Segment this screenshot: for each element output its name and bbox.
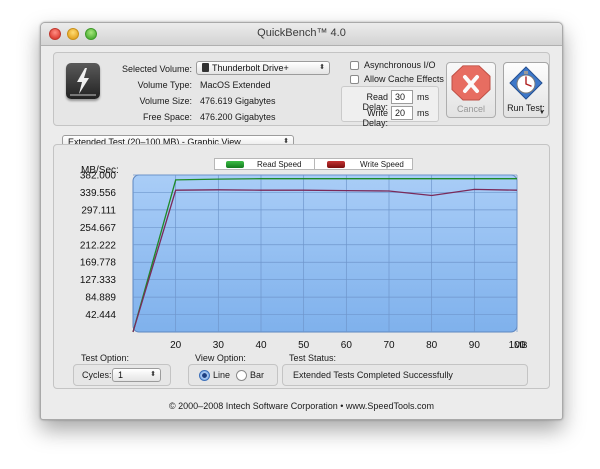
view-bar-label: Bar [250, 370, 265, 380]
window-title: QuickBench™ 4.0 [257, 27, 346, 39]
read-delay-unit: ms [417, 92, 429, 102]
delay-group: Read Delay: 30 ms Write Delay: 20 ms [341, 86, 439, 128]
legend-write-label: Write Speed [360, 160, 404, 169]
run-test-button[interactable]: Run Test: ▼ [503, 62, 549, 118]
test-option-label: Test Option: [81, 353, 130, 363]
write-delay-unit: ms [417, 108, 429, 118]
allow-cache-checkbox[interactable] [350, 75, 359, 84]
read-delay-field[interactable]: 30 [391, 90, 413, 104]
asynchronous-io-label: Asynchronous I/O [364, 60, 436, 70]
stopwatch-icon [509, 66, 543, 100]
popup-arrows-icon: ⬍ [150, 371, 156, 378]
drive-small-icon [202, 63, 209, 72]
test-status-box: Extended Tests Completed Successfully [282, 364, 528, 386]
cycles-popup[interactable]: 1 ⬍ [112, 368, 161, 382]
chart-legend: Read Speed Write Speed [214, 158, 413, 170]
legend-read-swatch [226, 161, 244, 168]
copyright-footer: © 2000–2008 Intech Software Corporation … [169, 401, 434, 411]
view-line-radio[interactable] [199, 370, 210, 381]
cancel-button[interactable]: Cancel [446, 62, 496, 118]
title-bar[interactable]: QuickBench™ 4.0 [41, 23, 562, 46]
view-option-box: Line Bar [188, 364, 278, 386]
asynchronous-io-checkbox[interactable] [350, 61, 359, 70]
selected-volume-value: Thunderbolt Drive+ [212, 63, 289, 73]
free-space-label: Free Space: [142, 112, 192, 122]
view-bar-radio[interactable] [236, 370, 247, 381]
legend-write-swatch [327, 161, 345, 168]
volume-size-value: 476.619 Gigabytes [200, 96, 276, 106]
cancel-button-label: Cancel [456, 104, 485, 114]
selected-volume-label: Selected Volume: [121, 64, 192, 74]
legend-divider [314, 159, 315, 169]
test-status-value: Extended Tests Completed Successfully [293, 370, 453, 380]
volume-type-value: MacOS Extended [200, 80, 271, 90]
cycles-value: 1 [118, 370, 124, 380]
cancel-x-icon [451, 65, 491, 101]
run-test-menu-arrow-icon: ▼ [539, 110, 545, 116]
write-delay-label: Write Delay: [362, 108, 388, 128]
quickbench-window: QuickBench™ 4.0 Selected Volume: Thunder… [40, 22, 563, 420]
popup-arrows-icon: ⬍ [319, 64, 325, 71]
cycles-label: Cycles: [82, 370, 112, 380]
legend-read-label: Read Speed [257, 160, 302, 169]
thunderbolt-drive-icon [66, 63, 100, 99]
free-space-value: 476.200 Gigabytes [200, 112, 276, 122]
volume-size-label: Volume Size: [139, 96, 192, 106]
volume-settings-panel: Selected Volume: Thunderbolt Drive+ ⬍ Vo… [53, 52, 550, 128]
allow-cache-label: Allow Cache Effects [364, 74, 444, 84]
test-status-label: Test Status: [289, 353, 337, 363]
test-option-box: Cycles: 1 ⬍ [73, 364, 171, 386]
volume-type-label: Volume Type: [137, 80, 192, 90]
selected-volume-popup[interactable]: Thunderbolt Drive+ ⬍ [196, 61, 330, 75]
view-option-label: View Option: [195, 353, 246, 363]
write-delay-field[interactable]: 20 [391, 106, 413, 120]
view-line-label: Line [213, 370, 231, 380]
